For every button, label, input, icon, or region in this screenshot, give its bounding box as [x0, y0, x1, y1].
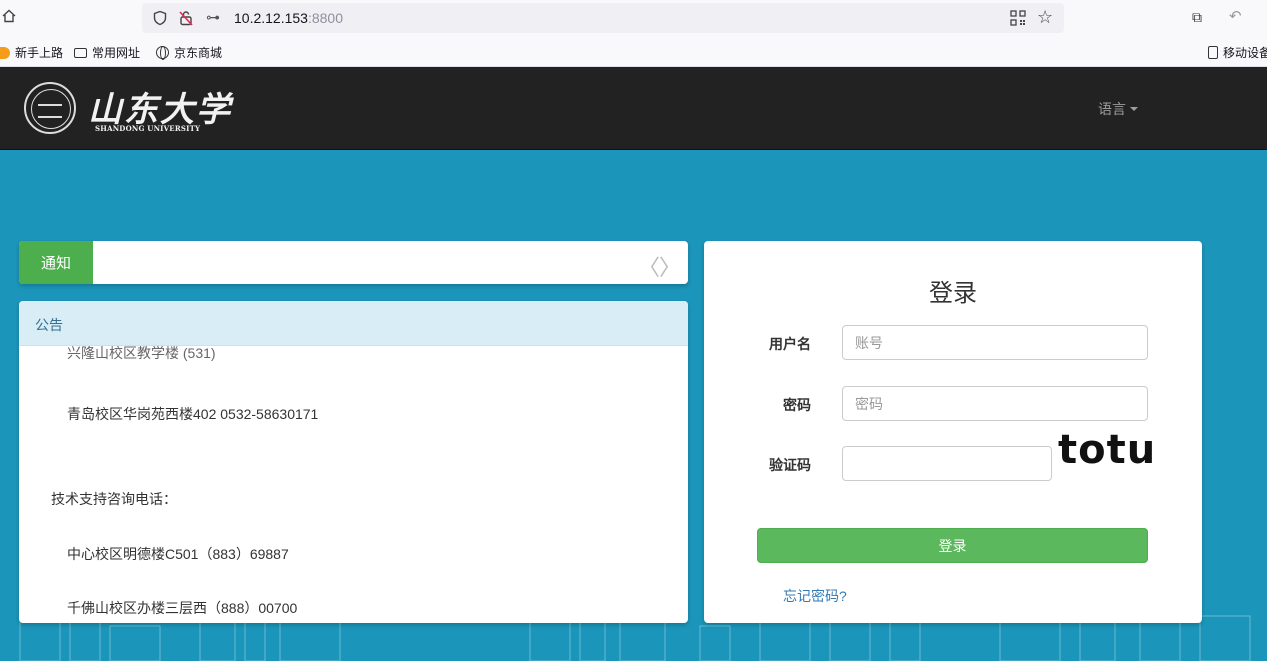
bookmark-label: 移动设备	[1223, 46, 1267, 60]
url-port: :8800	[307, 10, 344, 26]
language-dropdown[interactable]: 语言	[1098, 99, 1138, 119]
bookmark-jd[interactable]: 京东商城	[156, 44, 222, 61]
notice-prev-button[interactable]: 〈	[638, 250, 660, 282]
bookmark-label: 京东商城	[174, 46, 223, 60]
notice-next-button[interactable]: 〉	[659, 250, 681, 282]
bookmark-star-icon[interactable]: ☆	[1037, 7, 1053, 28]
login-title: 登录	[929, 280, 977, 307]
url-host: 10.2.12.153	[234, 10, 308, 26]
announcement-panel: 公告 兴隆山校区教学楼 (531) 青岛校区华岗苑西楼402 0532-5863…	[19, 301, 688, 623]
firefox-icon	[0, 46, 10, 59]
bookmarks-bar: 新手上路 常用网址 京东商城 移动设备	[0, 36, 1267, 67]
captcha-image[interactable]: totu	[1058, 427, 1156, 473]
site-navbar: 山东大学 SHANDONG UNIVERSITY 语言	[0, 67, 1267, 150]
bookmark-label: 新手上路	[15, 46, 64, 60]
logo-text-en[interactable]: SHANDONG UNIVERSITY	[95, 124, 200, 133]
bookmark-common-sites[interactable]: 常用网址	[74, 44, 140, 61]
undo-arrow-icon[interactable]: ↶	[1229, 7, 1242, 25]
login-panel: 登录 用户名 密码 验证码 totu 登录 忘记密码?	[704, 241, 1202, 623]
home-icon[interactable]	[2, 9, 18, 25]
screenshot-crop-icon[interactable]: ⧉	[1192, 9, 1202, 26]
captcha-label: 验证码	[769, 457, 811, 473]
browser-toolbar: ⊶ 10.2.12.153:8800 ☆ ⧉ ↶	[0, 0, 1267, 36]
username-input[interactable]	[842, 325, 1148, 360]
bookmark-label: 常用网址	[92, 46, 141, 60]
bookmark-getting-started[interactable]: 新手上路	[0, 44, 63, 61]
address-bar[interactable]: ⊶ 10.2.12.153:8800 ☆	[142, 3, 1064, 33]
forgot-password-link[interactable]: 忘记密码?	[783, 586, 847, 606]
language-label: 语言	[1098, 101, 1126, 117]
insecure-lock-icon[interactable]	[178, 10, 194, 26]
caret-down-icon	[1130, 107, 1138, 111]
announcement-title: 公告	[19, 301, 688, 346]
announcement-body[interactable]: 兴隆山校区教学楼 (531) 青岛校区华岗苑西楼402 0532-5863017…	[19, 346, 688, 622]
password-input[interactable]	[842, 386, 1148, 421]
shield-icon[interactable]	[152, 10, 168, 26]
login-button[interactable]: 登录	[757, 528, 1148, 563]
announcement-line: 青岛校区华岗苑西楼402 0532-58630171	[67, 406, 319, 422]
globe-icon	[156, 46, 169, 60]
notice-bar: 通知 〈 〉	[19, 241, 688, 284]
username-label: 用户名	[769, 336, 811, 352]
notice-tag: 通知	[19, 241, 93, 284]
announcement-line: 千佛山校区办楼三层西（888）00700	[67, 600, 298, 616]
password-label: 密码	[783, 397, 811, 413]
captcha-input[interactable]	[842, 446, 1052, 481]
main-area: 通知 〈 〉 公告 兴隆山校区教学楼 (531) 青岛校区华岗苑西楼402 05…	[0, 150, 1267, 661]
announcement-line: 技术支持咨询电话：	[51, 491, 177, 507]
folder-icon	[74, 47, 87, 58]
announcement-line: 中心校区明德楼C501（883）69887	[67, 546, 289, 562]
url-text[interactable]: 10.2.12.153:8800	[234, 10, 343, 26]
qr-code-icon[interactable]	[1010, 10, 1026, 26]
bookmark-mobile[interactable]: 移动设备	[1208, 44, 1267, 61]
key-icon[interactable]: ⊶	[206, 9, 220, 26]
university-seal-icon[interactable]	[24, 82, 76, 134]
announcement-line: 兴隆山校区教学楼 (531)	[67, 346, 216, 361]
phone-icon	[1208, 46, 1218, 59]
